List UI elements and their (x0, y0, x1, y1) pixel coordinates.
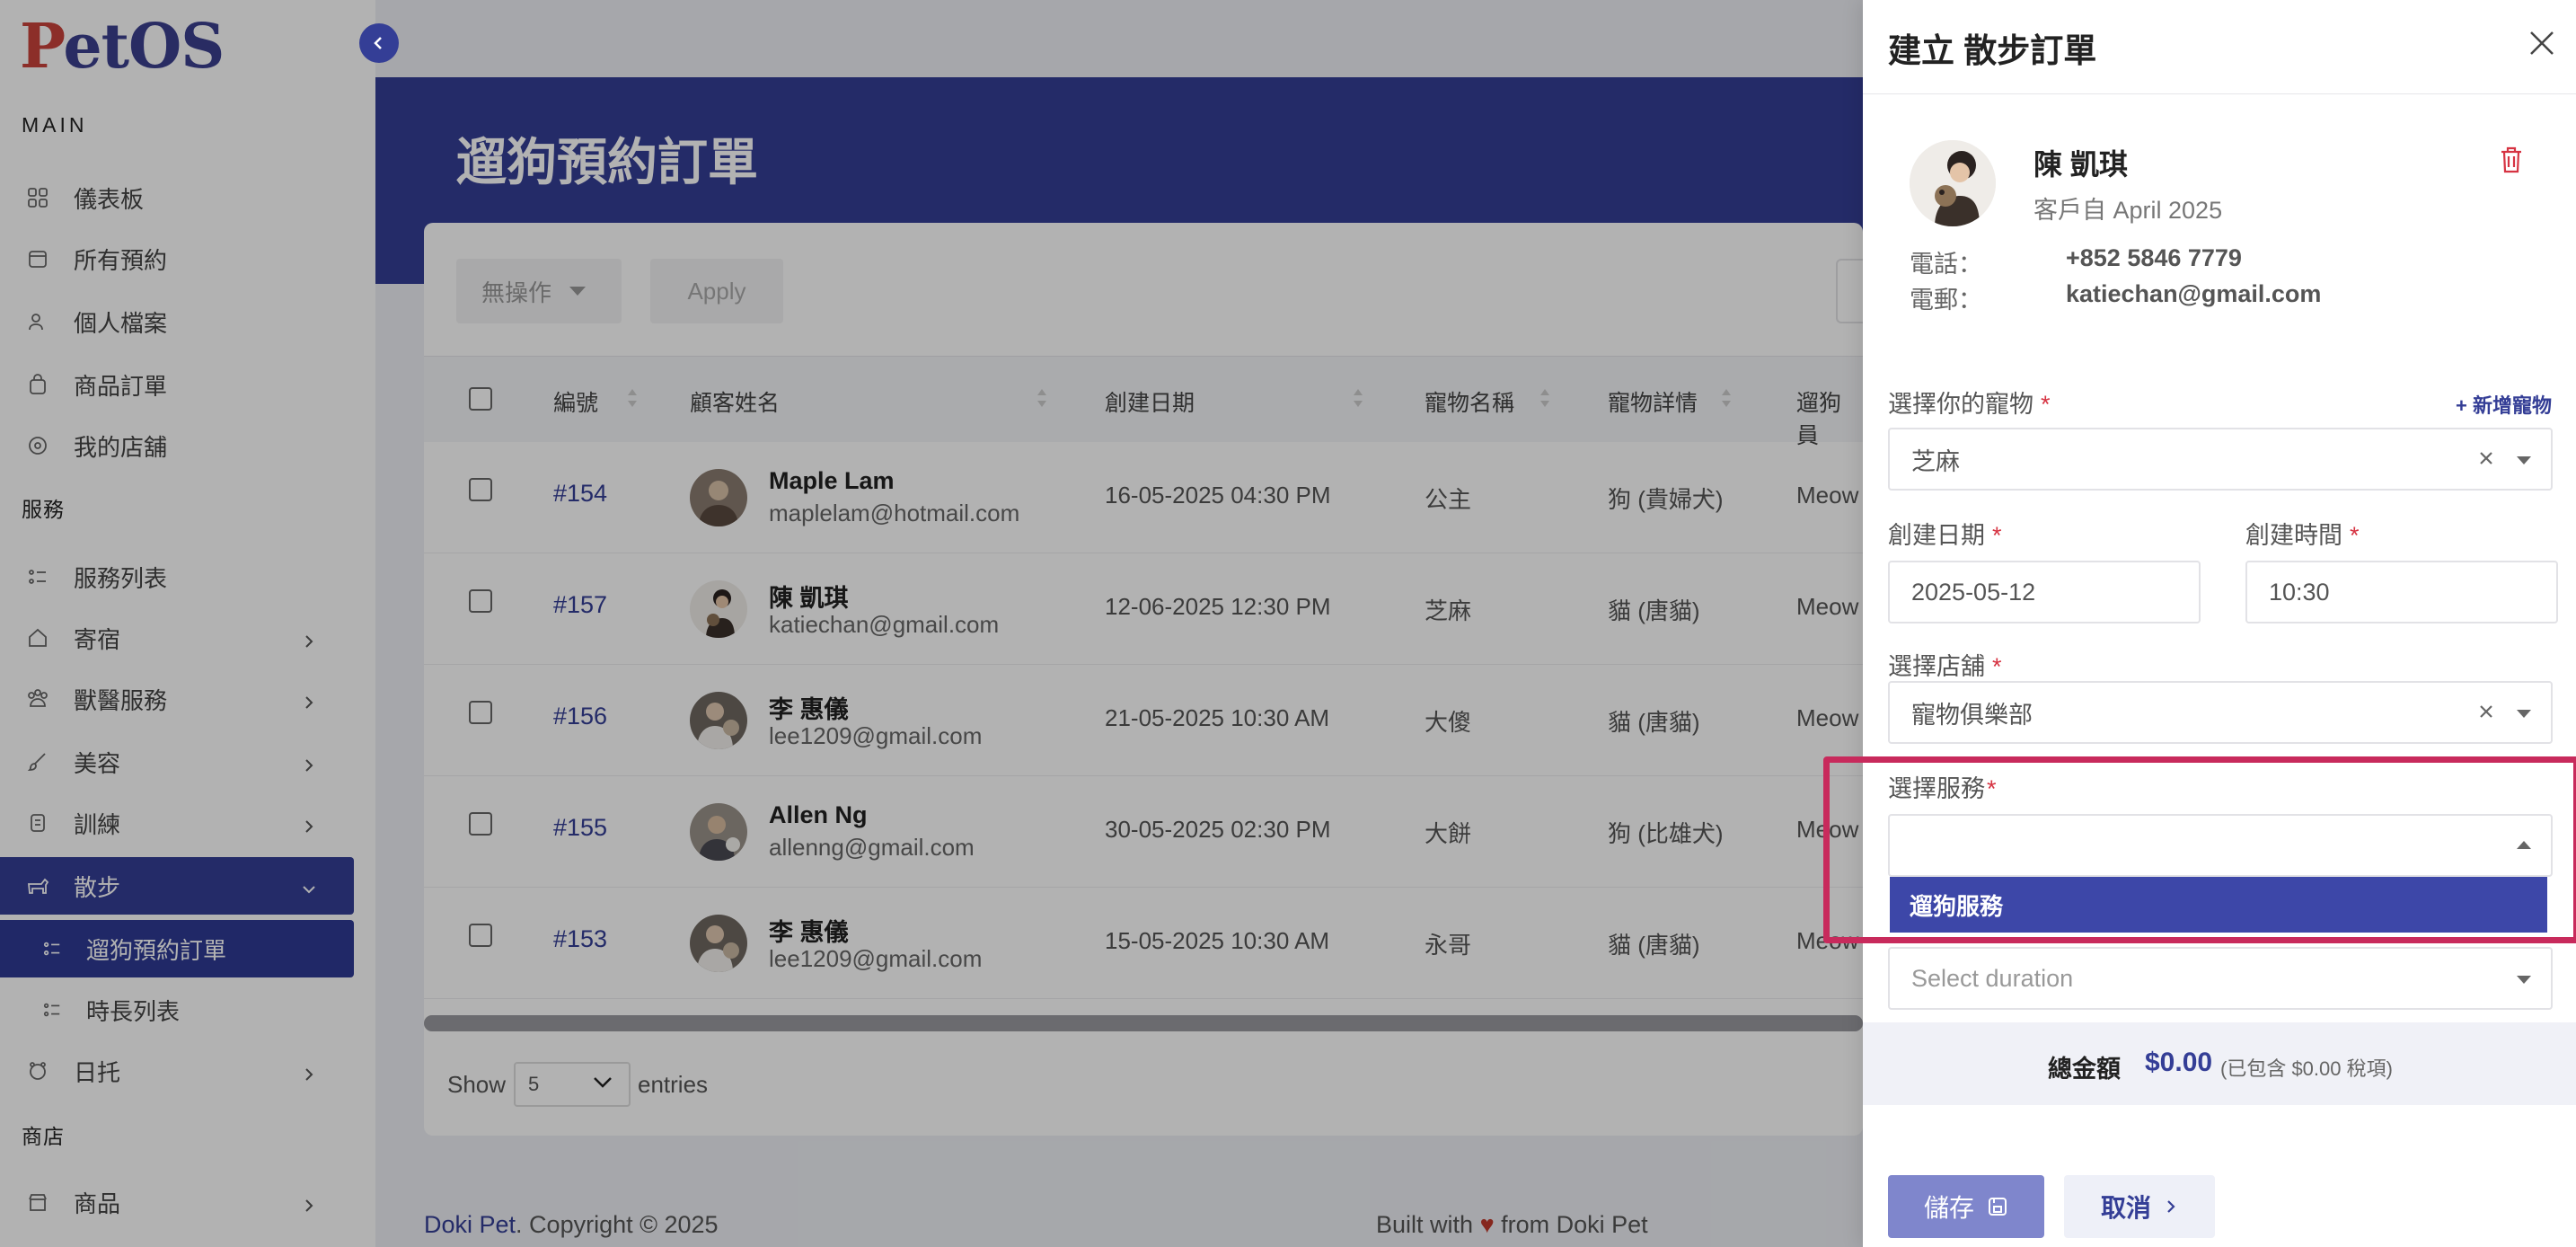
customer-since: 客戶自 April 2025 (2033, 197, 2223, 224)
cancel-button[interactable]: 取消 (2064, 1175, 2215, 1238)
chevron-left-icon (374, 37, 382, 49)
add-pet-link[interactable]: + 新增寵物 (2456, 390, 2552, 419)
chevron-right-icon (2167, 1200, 2175, 1213)
caret-down-icon (2517, 710, 2531, 718)
duration-select[interactable]: Select duration (1888, 947, 2553, 1010)
customer-avatar (1910, 140, 1996, 226)
customer-name: 陳 凱琪 (2033, 148, 2128, 181)
email-label: 電郵： (1910, 287, 1982, 314)
modal-backdrop[interactable] (0, 0, 1863, 1247)
panel-title: 建立 散步訂單 (1888, 32, 2097, 69)
phone-value: +852 5846 7779 (2066, 244, 2242, 271)
time-field-label: 創建時間 * (2245, 522, 2360, 549)
time-input[interactable]: 10:30 (2245, 561, 2558, 624)
total-label: 總金額 (2048, 1056, 2121, 1083)
divider (1863, 93, 2576, 94)
caret-down-icon (2517, 976, 2531, 984)
save-icon (1989, 1198, 2007, 1216)
store-select[interactable]: 寵物俱樂部 (1888, 681, 2553, 744)
store-field-label: 選擇店舖 * (1888, 653, 2002, 680)
clear-icon[interactable] (2477, 703, 2495, 721)
total-summary: 總金額 $0.00 (已包含 $0.00 稅項) (1863, 1022, 2576, 1105)
save-button[interactable]: 儲存 (1888, 1175, 2044, 1238)
clear-icon[interactable] (2477, 449, 2495, 467)
sidebar-collapse-button[interactable] (359, 23, 399, 63)
phone-label: 電話： (1910, 251, 1982, 278)
date-input[interactable]: 2025-05-12 (1888, 561, 2201, 624)
total-tax-note: (已包含 $0.00 稅項) (2220, 1057, 2393, 1080)
total-amount: $0.00 (2145, 1048, 2213, 1077)
pet-field-label: 選擇你的寵物 * (1888, 391, 2051, 418)
service-field-highlight (1823, 756, 2576, 943)
date-field-label: 創建日期 * (1888, 522, 2002, 549)
email-value: katiechan@gmail.com (2066, 280, 2322, 307)
trash-icon[interactable] (2499, 146, 2524, 174)
pet-select[interactable]: 芝麻 (1888, 428, 2553, 491)
caret-down-icon (2517, 456, 2531, 464)
create-walk-order-panel: 建立 散步訂單 陳 凱琪 客戶自 April 2025 電話： +852 584… (1863, 0, 2576, 1247)
close-icon[interactable] (2526, 27, 2558, 59)
